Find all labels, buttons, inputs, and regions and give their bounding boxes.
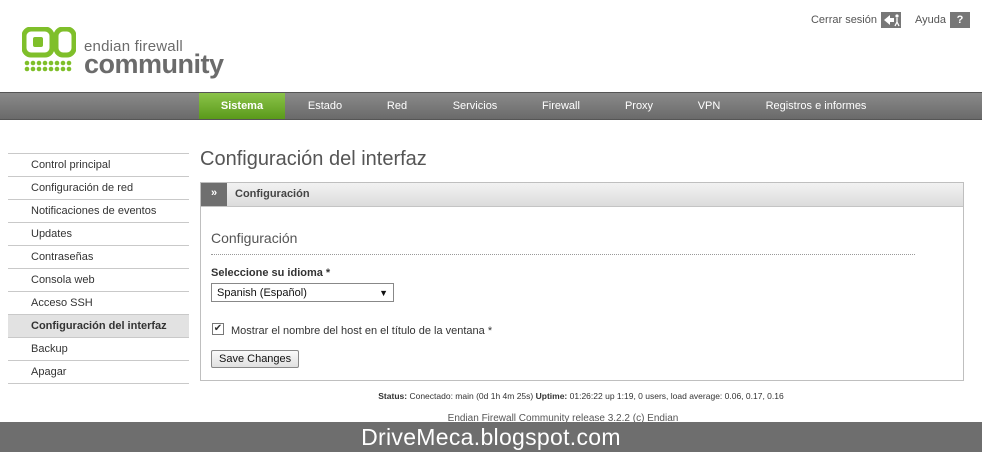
sidebar-item-acceso-ssh[interactable]: Acceso SSH: [8, 291, 189, 314]
hostname-checkbox-label: Mostrar el nombre del host en el título …: [231, 325, 493, 337]
nav-tab-servicios[interactable]: Servicios: [429, 93, 521, 119]
status-bar: Status: Conectado: main (0d 1h 4m 25s) U…: [0, 391, 982, 401]
header: endian firewall community Cerrar sesión …: [0, 0, 982, 92]
logout-icon: [881, 12, 901, 28]
endian-logo[interactable]: endian firewall community: [22, 24, 232, 80]
help-icon: ?: [950, 12, 970, 28]
language-select-value: Spanish (Español): [217, 287, 307, 299]
config-panel: » Configuración Configuración Seleccione…: [200, 182, 964, 381]
sidebar-item-apagar[interactable]: Apagar: [8, 360, 189, 384]
nav-tab-proxy[interactable]: Proxy: [601, 93, 677, 119]
uptime-value: 01:26:22 up 1:19, 0 users, load average:…: [569, 391, 784, 401]
panel-collapse-toggle[interactable]: »: [201, 183, 227, 206]
nav-tab-red[interactable]: Red: [365, 93, 429, 119]
watermark-text: DriveMeca.blogspot.com: [361, 424, 621, 450]
logout-label: Cerrar sesión: [810, 14, 877, 26]
save-changes-button[interactable]: Save Changes: [211, 350, 300, 368]
sidebar-item-notificaciones[interactable]: Notificaciones de eventos: [8, 199, 189, 222]
panel-header: » Configuración: [201, 183, 963, 207]
logo-text-line2: community: [84, 49, 224, 79]
dropdown-arrow-icon: ▼: [379, 288, 388, 298]
nav-tab-firewall[interactable]: Firewall: [521, 93, 601, 119]
sidebar-item-backup[interactable]: Backup: [8, 337, 189, 360]
top-links: Cerrar sesión Ayuda ?: [797, 12, 970, 28]
sidebar-item-configuracion-red[interactable]: Configuración de red: [8, 176, 189, 199]
page-title: Configuración del interfaz: [200, 148, 427, 170]
nav-tab-vpn[interactable]: VPN: [677, 93, 741, 119]
sidebar-item-control-principal[interactable]: Control principal: [8, 153, 189, 176]
status-value: Conectado: main (0d 1h 4m 25s): [409, 391, 534, 401]
main-nav: Sistema Estado Red Servicios Firewall Pr…: [0, 92, 982, 120]
hostname-checkbox[interactable]: ✔: [212, 323, 224, 335]
status-label: Status:: [378, 391, 408, 401]
nav-tab-sistema[interactable]: Sistema: [199, 93, 285, 119]
sidebar: Control principal Configuración de red N…: [8, 153, 189, 384]
sidebar-item-updates[interactable]: Updates: [8, 222, 189, 245]
help-label: Ayuda: [915, 14, 946, 26]
nav-tab-estado[interactable]: Estado: [285, 93, 365, 119]
help-link[interactable]: Ayuda ?: [915, 12, 970, 28]
endian-logo-icon: [22, 27, 76, 72]
section-divider: [211, 254, 915, 255]
section-title: Configuración: [211, 230, 298, 246]
sidebar-item-configuracion-interfaz[interactable]: Configuración del interfaz: [8, 314, 189, 337]
sidebar-item-contrasenas[interactable]: Contraseñas: [8, 245, 189, 268]
language-label: Seleccione su idioma *: [211, 267, 331, 279]
sidebar-item-consola-web[interactable]: Consola web: [8, 268, 189, 291]
panel-title: Configuración: [235, 188, 310, 200]
language-select[interactable]: Spanish (Español) ▼: [211, 283, 394, 302]
watermark-banner: DriveMeca.blogspot.com: [0, 422, 982, 452]
nav-tab-registros[interactable]: Registros e informes: [741, 93, 891, 119]
logout-link[interactable]: Cerrar sesión: [811, 12, 901, 28]
uptime-label: Uptime:: [535, 391, 568, 401]
